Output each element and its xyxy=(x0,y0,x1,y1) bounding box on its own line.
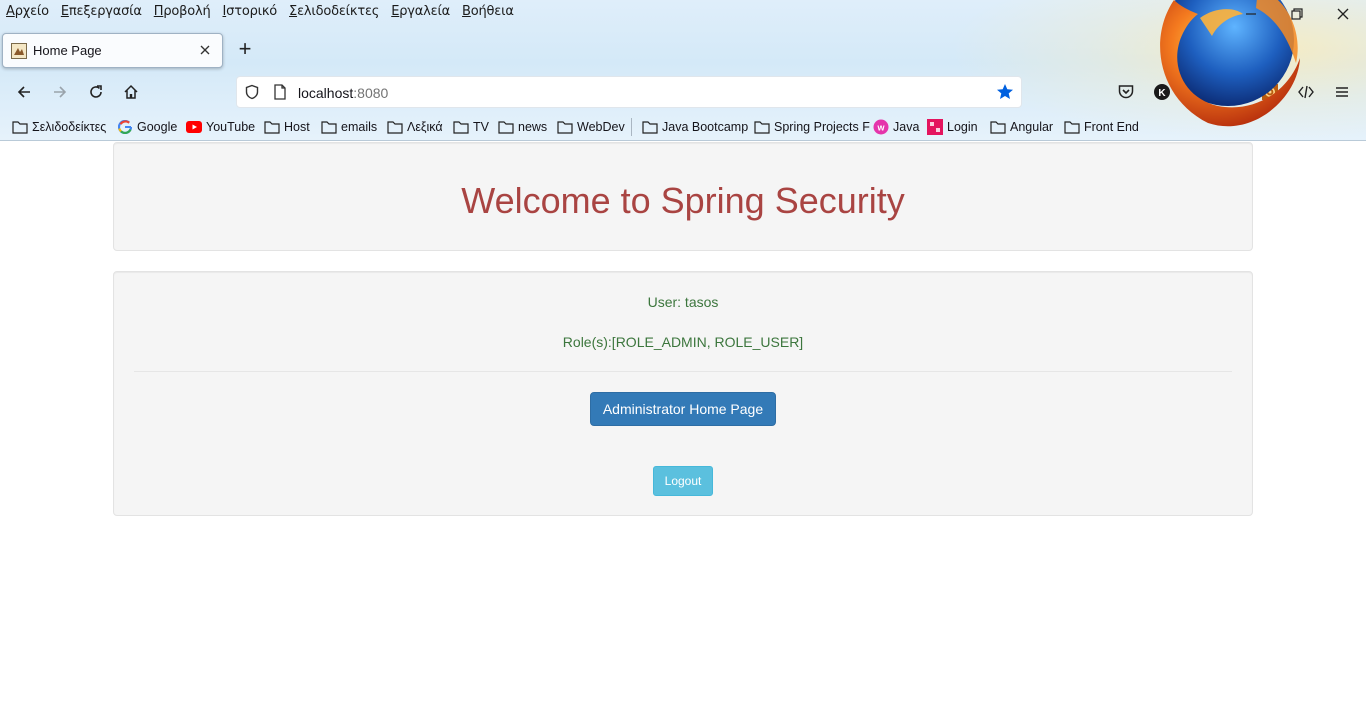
bookmark-google[interactable]: Google xyxy=(117,118,177,136)
google-icon xyxy=(117,119,133,135)
menu-icon[interactable] xyxy=(1331,81,1353,103)
back-arrow-icon xyxy=(17,86,30,98)
browser-chrome: Αρχείο Επεξεργασία Προβολή Ιστορικό Σελι… xyxy=(0,0,1366,141)
pocket-icon[interactable] xyxy=(1115,81,1137,103)
menu-edit[interactable]: Επεξεργασία xyxy=(61,4,142,19)
reload-icon xyxy=(90,85,102,98)
new-tab-button[interactable]: + xyxy=(234,38,256,61)
restore-icon xyxy=(1291,8,1303,20)
folder-icon xyxy=(453,119,469,135)
home-icon xyxy=(124,84,138,99)
folder-icon xyxy=(321,119,337,135)
welcome-panel: Welcome to Spring Security xyxy=(113,142,1253,251)
forward-arrow-icon xyxy=(54,86,67,98)
folder-icon xyxy=(12,119,28,135)
user-roles: Role(s):[ROLE_ADMIN, ROLE_USER] xyxy=(562,334,804,350)
menu-bar: Αρχείο Επεξεργασία Προβολή Ιστορικό Σελι… xyxy=(0,0,526,22)
folder-icon xyxy=(557,119,573,135)
bookmark-folder-webdev[interactable]: WebDev xyxy=(557,118,625,136)
bookmark-folder-bookmarks[interactable]: Σελιδοδείκτες xyxy=(12,118,106,136)
tab-home-page[interactable]: Home Page xyxy=(2,33,223,68)
page-favicon-icon xyxy=(11,42,27,59)
url-text: localhost:8080 xyxy=(298,85,389,101)
logout-button[interactable]: Logout xyxy=(653,466,713,496)
reload-button[interactable] xyxy=(84,80,108,104)
bookmarks-separator xyxy=(631,118,632,136)
bookmark-folder-host[interactable]: Host xyxy=(264,118,310,136)
folder-icon xyxy=(754,119,770,135)
youtube-icon xyxy=(186,119,202,135)
folder-icon xyxy=(387,119,403,135)
bookmark-java[interactable]: w Java xyxy=(873,118,919,136)
java-site-icon: w xyxy=(873,119,889,135)
menu-tools[interactable]: Εργαλεία xyxy=(391,4,450,19)
minimize-icon xyxy=(1246,13,1256,15)
bookmark-youtube[interactable]: YouTube xyxy=(186,118,255,136)
folder-icon xyxy=(990,119,1006,135)
menu-bookmarks[interactable]: Σελιδοδείκτες xyxy=(289,4,379,19)
bookmark-folder-news[interactable]: news xyxy=(498,118,547,136)
menu-history[interactable]: Ιστορικό xyxy=(223,4,278,19)
bookmark-folder-front-end[interactable]: Front End xyxy=(1064,118,1139,136)
bookmark-folder-angular[interactable]: Angular xyxy=(990,118,1053,136)
bookmark-folder-emails[interactable]: emails xyxy=(321,118,377,136)
divider xyxy=(134,371,1232,372)
home-button[interactable] xyxy=(119,80,143,104)
tracking-shield-icon[interactable] xyxy=(242,82,262,102)
folder-icon xyxy=(498,119,514,135)
menu-file[interactable]: Αρχείο xyxy=(6,4,49,19)
folder-icon xyxy=(642,119,658,135)
folder-icon xyxy=(264,119,280,135)
login-site-icon xyxy=(927,119,943,135)
back-button[interactable] xyxy=(12,80,36,104)
page-info-icon[interactable] xyxy=(270,82,290,102)
user-name: User: tasos xyxy=(647,294,719,310)
close-window-button[interactable] xyxy=(1320,0,1366,28)
bookmark-folder-java-bootcamp[interactable]: Java Bootcamp xyxy=(642,118,748,136)
svg-text:w: w xyxy=(876,123,885,133)
close-icon xyxy=(1337,8,1349,20)
bookmark-folder-spring-projects[interactable]: Spring Projects F xyxy=(754,118,870,136)
bookmark-folder-tv[interactable]: TV xyxy=(453,118,489,136)
window-controls xyxy=(1228,0,1366,28)
page-title: Welcome to Spring Security xyxy=(461,180,905,221)
bookmark-login[interactable]: Login xyxy=(927,118,978,136)
url-bar[interactable]: localhost:8080 xyxy=(236,76,1022,108)
menu-help[interactable]: Βοήθεια xyxy=(462,4,514,19)
folder-icon xyxy=(1064,119,1080,135)
close-icon xyxy=(200,45,210,55)
bookmark-star-icon[interactable] xyxy=(995,82,1015,107)
bookmark-folder-dictionaries[interactable]: Λεξικά xyxy=(387,118,443,136)
page-content: Welcome to Spring Security User: tasos R… xyxy=(0,141,1366,728)
tab-close-button[interactable] xyxy=(196,42,214,59)
tab-title: Home Page xyxy=(33,43,102,58)
user-panel: User: tasos Role(s):[ROLE_ADMIN, ROLE_US… xyxy=(113,271,1253,516)
forward-button[interactable] xyxy=(48,80,72,104)
minimize-button[interactable] xyxy=(1228,0,1274,28)
menu-view[interactable]: Προβολή xyxy=(154,4,211,19)
admin-home-button[interactable]: Administrator Home Page xyxy=(590,392,776,426)
restore-button[interactable] xyxy=(1274,0,1320,28)
